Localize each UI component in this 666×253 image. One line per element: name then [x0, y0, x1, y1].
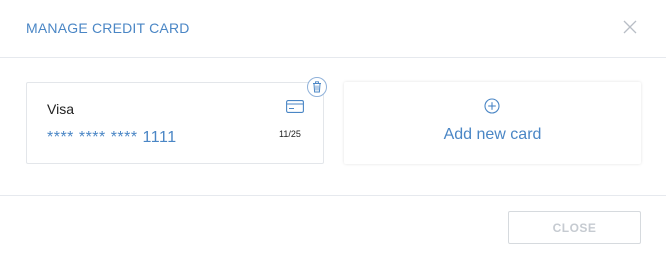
- card-brand: Visa: [47, 101, 74, 117]
- delete-card-button[interactable]: [307, 77, 327, 97]
- dialog-body: Visa **** **** **** 1111 11/25 Add new c…: [0, 59, 666, 195]
- add-card-button[interactable]: Add new card: [344, 82, 641, 164]
- card-number: **** **** **** 1111: [47, 129, 177, 146]
- trash-icon: [313, 81, 321, 93]
- close-button[interactable]: CLOSE: [508, 211, 641, 244]
- saved-card[interactable]: Visa **** **** **** 1111 11/25: [26, 82, 324, 164]
- footer-divider: [0, 195, 666, 196]
- dialog-title: MANAGE CREDIT CARD: [26, 20, 190, 36]
- card-expiry: 11/25: [279, 129, 301, 139]
- close-icon[interactable]: [622, 19, 638, 35]
- plus-circle-icon: [484, 98, 500, 114]
- credit-card-icon: [286, 100, 304, 113]
- dialog-header: MANAGE CREDIT CARD: [0, 0, 666, 58]
- add-card-label: Add new card: [443, 126, 542, 143]
